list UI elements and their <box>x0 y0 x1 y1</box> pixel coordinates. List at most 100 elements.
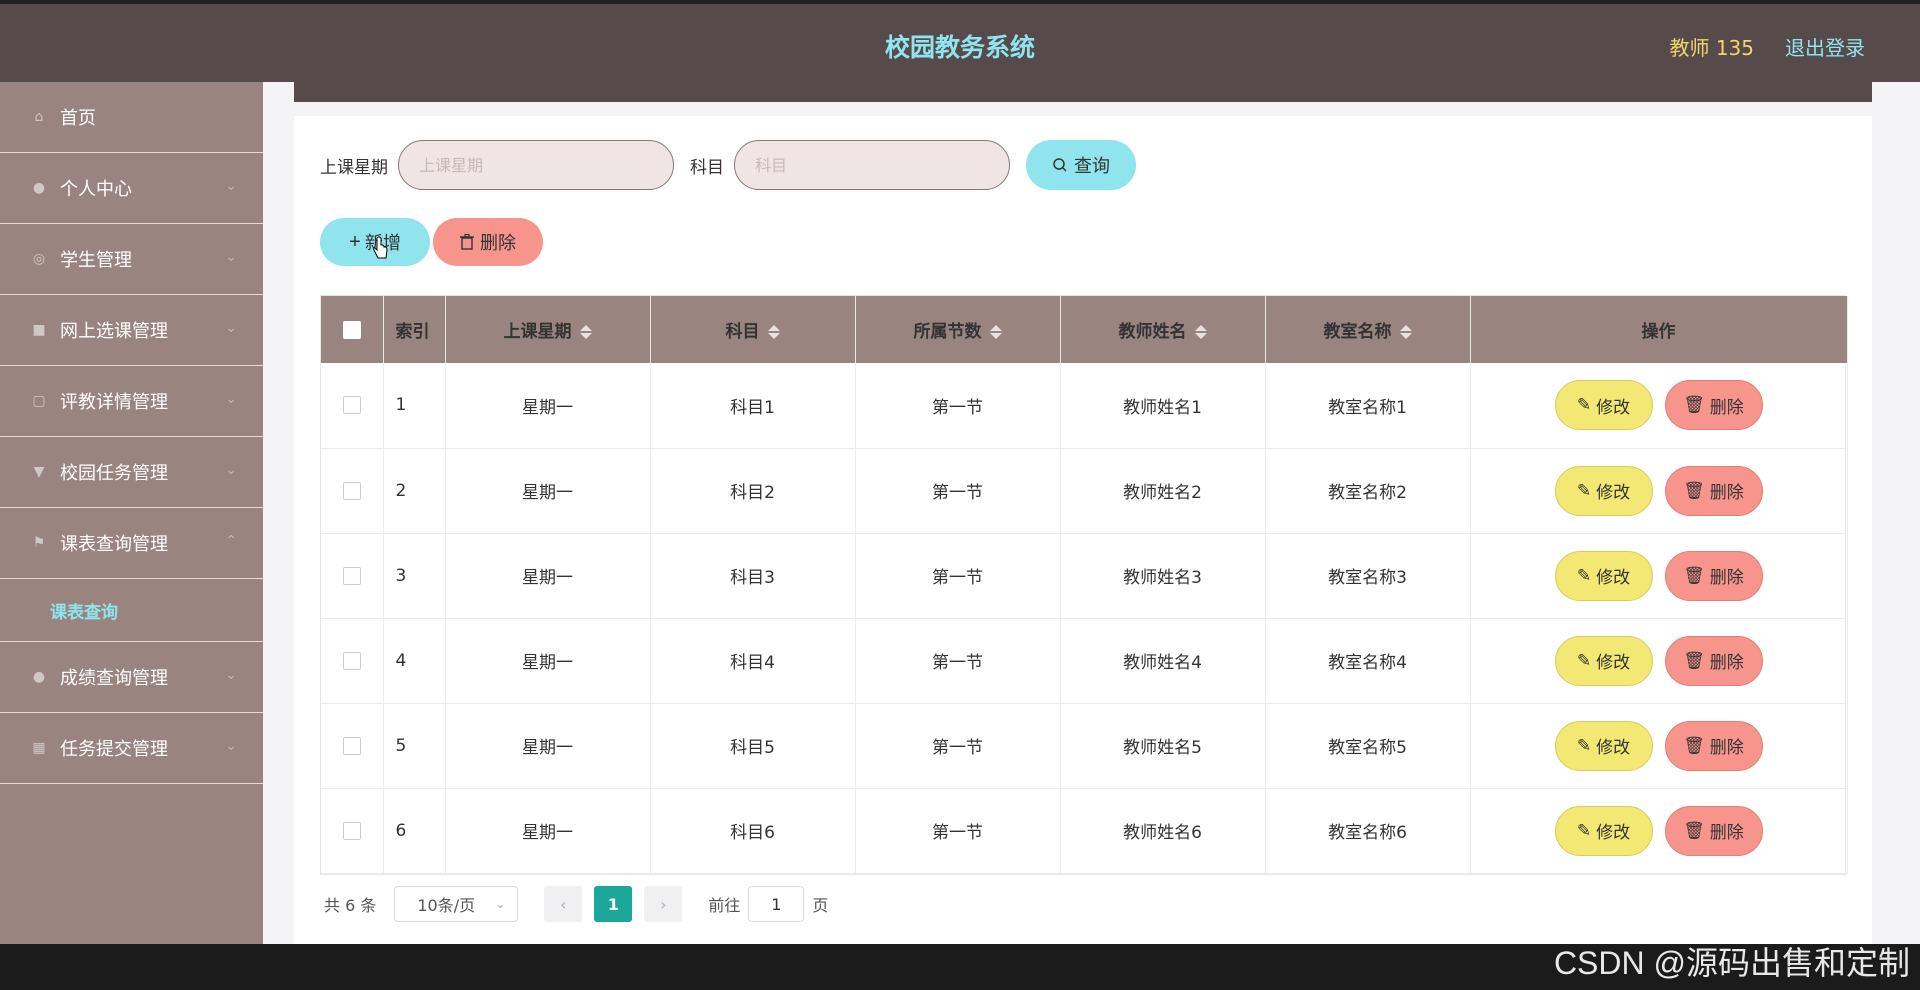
sidebar-item-profile[interactable]: ● 个人中心 ⌄ <box>0 153 263 224</box>
row-checkbox[interactable] <box>342 566 361 585</box>
row-checkbox[interactable] <box>342 651 361 670</box>
cell-weekday: 星期一 <box>445 448 651 534</box>
cell-weekday: 星期一 <box>445 533 651 619</box>
sidebar-subitem-schedule-query[interactable]: 课表查询 <box>0 579 263 642</box>
query-button[interactable]: 查询 <box>1026 140 1136 190</box>
row-checkbox[interactable] <box>342 736 361 755</box>
page-size-value: 10条/页 <box>417 896 476 915</box>
cell-classroom: 教室名称2 <box>1265 448 1471 534</box>
pencil-icon: ✎ <box>1576 820 1592 840</box>
row-select-cell <box>321 703 384 789</box>
trash-icon: 🗑︎ <box>1683 820 1705 840</box>
cell-index: 5 <box>383 703 446 789</box>
cell-section: 第一节 <box>855 448 1061 534</box>
edit-button[interactable]: ✎ 修改 <box>1554 635 1653 686</box>
watermark: CSDN @源码出售和定制 <box>1553 945 1910 981</box>
header-section[interactable]: 所属节数 <box>855 296 1061 363</box>
edit-button-label: 修改 <box>1596 397 1631 417</box>
sort-icon[interactable] <box>989 325 1002 339</box>
edit-button[interactable]: ✎ 修改 <box>1554 805 1653 856</box>
cell-subject: 科目1 <box>650 363 856 449</box>
edit-button[interactable]: ✎ 修改 <box>1554 465 1653 516</box>
row-checkbox[interactable] <box>342 396 361 415</box>
cell-weekday: 星期一 <box>445 788 651 874</box>
sidebar-item-course-selection[interactable]: ■ 网上选课管理 ⌄ <box>0 295 263 366</box>
pencil-icon: ✎ <box>1576 395 1592 415</box>
sidebar-item-evaluation[interactable]: ▢ 评教详情管理 ⌄ <box>0 366 263 437</box>
row-checkbox[interactable] <box>342 821 361 840</box>
chevron-down-icon: ⌄ <box>225 178 237 194</box>
row-delete-button[interactable]: 🗑︎ 删除 <box>1664 720 1763 771</box>
chevron-down-icon: ⌄ <box>225 320 237 336</box>
plus-icon: + <box>349 230 361 253</box>
cell-section: 第一节 <box>855 788 1061 874</box>
header-classroom-label: 教室名称 <box>1323 322 1392 342</box>
batch-delete-button[interactable]: 删除 <box>433 218 543 266</box>
edit-button[interactable]: ✎ 修改 <box>1554 720 1653 771</box>
query-button-label: 查询 <box>1074 156 1110 176</box>
cell-index: 4 <box>383 618 446 704</box>
sidebar-item-students[interactable]: ◎ 学生管理 ⌄ <box>0 224 263 295</box>
pencil-icon: ✎ <box>1576 735 1592 755</box>
current-user: 教师 135 <box>1669 36 1754 60</box>
row-delete-button[interactable]: 🗑︎ 删除 <box>1664 465 1763 516</box>
weekday-input[interactable] <box>398 140 674 190</box>
pagination: 共 6 条 10条/页 ⌄ ‹ 1 › 前往 页 <box>324 886 828 922</box>
table-header-row: 索引 上课星期 科目 所属节数 教师姓名 教室名称 操作 <box>321 296 1848 363</box>
logout-link[interactable]: 退出登录 <box>1785 32 1865 61</box>
header-classroom[interactable]: 教室名称 <box>1265 296 1471 363</box>
header-weekday[interactable]: 上课星期 <box>445 296 651 363</box>
sidebar-item-label: 个人中心 <box>60 179 132 200</box>
main-content: 上课星期 科目 查询 + 新增 删除 <box>263 82 1920 944</box>
vertical-scrollbar[interactable] <box>1900 82 1920 944</box>
video-icon: ■ <box>32 322 46 338</box>
sort-icon[interactable] <box>579 325 592 339</box>
edit-button[interactable]: ✎ 修改 <box>1554 380 1653 431</box>
row-delete-button[interactable]: 🗑︎ 删除 <box>1664 805 1763 856</box>
chevron-right-icon: › <box>660 894 667 914</box>
sidebar-item-schedule[interactable]: ⚑ 课表查询管理 ⌃ <box>0 508 263 579</box>
sort-icon[interactable] <box>1399 325 1412 339</box>
cell-classroom: 教室名称3 <box>1265 533 1471 619</box>
prev-page-button[interactable]: ‹ <box>544 886 583 922</box>
pencil-icon: ✎ <box>1576 480 1592 500</box>
page-number-current[interactable]: 1 <box>594 886 633 922</box>
sidebar-item-tasks[interactable]: ▼ 校园任务管理 ⌄ <box>0 437 263 508</box>
sidebar-item-home[interactable]: ⌂ 首页 <box>0 82 263 153</box>
header-subject-label: 科目 <box>725 322 760 342</box>
row-delete-label: 删除 <box>1709 823 1744 842</box>
sidebar-item-grades[interactable]: ● 成绩查询管理 ⌄ <box>0 642 263 713</box>
cell-section: 第一节 <box>855 533 1061 619</box>
row-delete-button[interactable]: 🗑︎ 删除 <box>1664 550 1763 601</box>
sort-icon[interactable] <box>767 325 780 339</box>
row-checkbox[interactable] <box>342 481 361 500</box>
mouse-pointer-icon <box>373 236 388 259</box>
row-select-cell <box>321 788 384 874</box>
sort-icon[interactable] <box>1194 325 1207 339</box>
chevron-down-icon: ⌄ <box>225 462 237 478</box>
goto-page-input[interactable] <box>748 886 805 922</box>
page-size-select[interactable]: 10条/页 ⌄ <box>394 886 519 922</box>
cell-index: 6 <box>383 788 446 874</box>
cell-ops: ✎ 修改 🗑︎ 删除 <box>1470 703 1848 789</box>
cell-subject: 科目6 <box>650 788 856 874</box>
sidebar-item-task-submission[interactable]: ▦ 任务提交管理 ⌄ <box>0 713 263 784</box>
next-page-button[interactable]: › <box>644 886 683 922</box>
row-delete-button[interactable]: 🗑︎ 删除 <box>1664 635 1763 686</box>
header-teacher[interactable]: 教师姓名 <box>1060 296 1266 363</box>
cell-index: 1 <box>383 363 446 449</box>
total-count: 共 6 条 <box>324 896 377 915</box>
row-delete-button[interactable]: 🗑︎ 删除 <box>1664 380 1763 431</box>
sidebar: ⌂ 首页 ● 个人中心 ⌄ ◎ 学生管理 ⌄ ■ 网上选课管理 ⌄ ▢ 评教详情… <box>0 82 263 944</box>
page-suffix-label: 页 <box>812 896 829 915</box>
row-delete-label: 删除 <box>1709 483 1744 502</box>
cell-classroom: 教室名称1 <box>1265 363 1471 449</box>
subject-input[interactable] <box>734 140 1010 190</box>
cell-ops: ✎ 修改 🗑︎ 删除 <box>1470 363 1848 449</box>
compass-icon: ◎ <box>32 251 46 267</box>
header-teacher-label: 教师姓名 <box>1118 322 1187 342</box>
header-subject[interactable]: 科目 <box>650 296 856 363</box>
user-icon: ● <box>32 180 46 196</box>
edit-button[interactable]: ✎ 修改 <box>1554 550 1653 601</box>
select-all-checkbox[interactable] <box>342 320 361 339</box>
